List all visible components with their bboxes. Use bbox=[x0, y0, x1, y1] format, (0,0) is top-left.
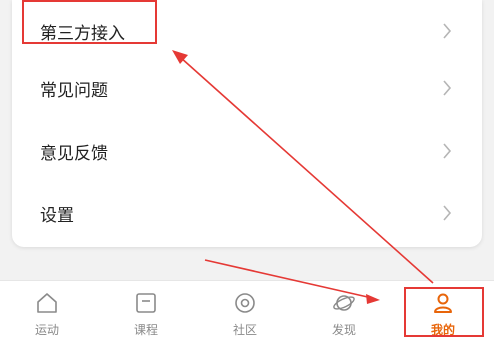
annotation-arrows bbox=[172, 50, 434, 304]
annotation-arrow-up bbox=[179, 56, 434, 284]
annotation-arrow-right bbox=[204, 259, 373, 299]
arrow-head-icon bbox=[366, 294, 380, 304]
